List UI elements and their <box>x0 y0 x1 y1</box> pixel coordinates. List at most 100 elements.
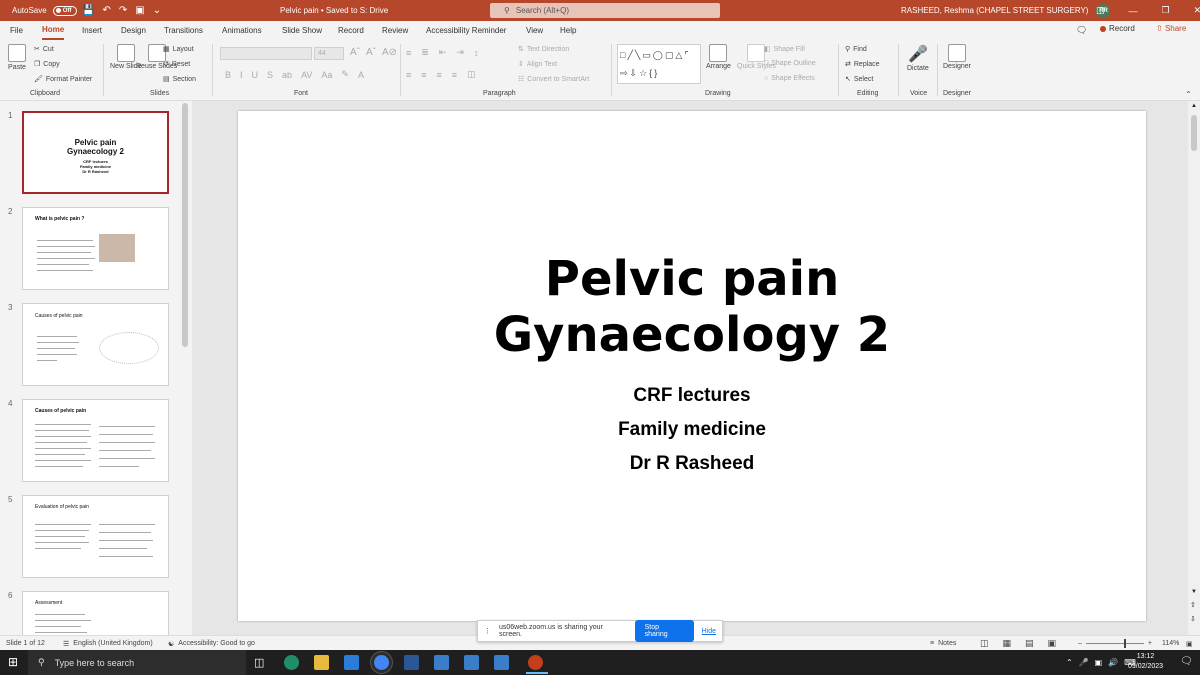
tab-design[interactable]: Design <box>121 21 146 40</box>
tab-insert[interactable]: Insert <box>82 21 102 40</box>
zoom-track[interactable] <box>1085 639 1144 648</box>
tab-home[interactable]: Home <box>42 21 65 40</box>
tab-slide-show[interactable]: Slide Show <box>282 21 322 40</box>
slide-counter[interactable]: Slide 1 of 12 <box>6 636 45 651</box>
tab-help[interactable]: Help <box>560 21 576 40</box>
scroll-down-icon[interactable]: ▼ <box>1191 589 1197 595</box>
hide-link[interactable]: Hide <box>702 628 716 635</box>
scroll-thumb[interactable] <box>1191 115 1197 151</box>
save-icon[interactable]: 💾 <box>82 5 94 16</box>
font-size-select[interactable]: 44 <box>314 47 344 60</box>
paste-button[interactable]: Paste <box>8 44 26 71</box>
slide-title[interactable]: Pelvic pain Gynaecology 2 <box>238 251 1146 363</box>
zoom-in-icon[interactable]: + <box>1148 640 1152 647</box>
account[interactable]: RASHEED, Reshma (CHAPEL STREET SURGERY) … <box>901 0 1111 21</box>
reset-button[interactable]: ↺ Reset <box>163 60 190 69</box>
fit-slide-icon[interactable]: ▣ <box>1186 636 1193 651</box>
scroll-up-icon[interactable]: ▲ <box>1191 103 1197 109</box>
chevron-up-icon[interactable]: ⌃ <box>1066 658 1073 667</box>
designer-button[interactable]: Designer <box>943 44 971 70</box>
tab-record[interactable]: Record <box>338 21 364 40</box>
text-direction-button[interactable]: ⇅ Text Direction <box>518 45 569 54</box>
replace-button[interactable]: ⇄ Replace <box>845 60 880 69</box>
maximize-icon[interactable]: ❐ <box>1162 5 1170 16</box>
thumbnail-slide-2[interactable]: What is pelvic pain ? <box>22 207 169 290</box>
thumbnail-slide-4[interactable]: Causes of pelvic pain <box>22 399 169 482</box>
redo-icon[interactable]: ↷ <box>119 5 127 16</box>
format-painter-button[interactable]: 🖌 Format Painter <box>34 75 92 84</box>
dictate-button[interactable]: 🎤 Dictate <box>907 44 929 72</box>
copy-button[interactable]: ❐ Copy <box>34 60 60 69</box>
section-button[interactable]: ▤ Section <box>163 75 196 84</box>
undo-icon[interactable]: ↶ <box>102 5 110 16</box>
next-slide-icon[interactable]: ⇩ <box>1190 615 1196 623</box>
select-button[interactable]: ↖ Select <box>845 75 873 84</box>
network-icon[interactable]: ▣ <box>1095 658 1103 667</box>
tab-transitions[interactable]: Transitions <box>164 21 203 40</box>
shape-effects-button[interactable]: ○ Shape Effects <box>764 75 815 82</box>
chrome-icon[interactable] <box>374 655 389 670</box>
shape-fill-button[interactable]: ◧ Shape Fill <box>764 45 805 54</box>
shapes-gallery[interactable]: □ ╱ ╲ ▭ ◯ ▢ △ ⌜ ⇨ ⇩ ☆{} <box>617 44 701 84</box>
convert-smartart-button[interactable]: ☷ Convert to SmartArt <box>518 75 589 84</box>
current-slide[interactable]: Pelvic pain Gynaecology 2 CRF lectures F… <box>238 111 1146 621</box>
thumbnail-slide-6[interactable]: Assessment <box>22 591 169 635</box>
windows-start-icon[interactable]: ⊞ <box>8 655 18 669</box>
cut-button[interactable]: ✂ Cut <box>34 45 54 54</box>
share-button[interactable]: ⇧ Share <box>1156 24 1186 33</box>
align-text-button[interactable]: ⇕ Align Text <box>518 60 557 69</box>
file-explorer-icon[interactable] <box>314 655 329 670</box>
thumbnail-slide-5[interactable]: Evaluation of pelvic pain <box>22 495 169 578</box>
slide-subtitle[interactable]: CRF lectures Family medicine Dr R Rashee… <box>238 379 1146 481</box>
clock[interactable]: 13:12 09/02/2023 <box>1128 652 1163 672</box>
document-title[interactable]: Pelvic pain • Saved to S: Drive <box>280 0 388 21</box>
thumbnail-slide-3[interactable]: Causes of pelvic pain <box>22 303 169 386</box>
minimize-icon[interactable]: — <box>1129 6 1138 16</box>
tab-animations[interactable]: Animations <box>222 21 262 40</box>
align-buttons[interactable]: ≡ ≡ ≡ ≡ ◫ <box>406 69 476 80</box>
reading-view-icon[interactable]: ▤ <box>1025 638 1034 649</box>
tab-file[interactable]: File <box>10 21 23 40</box>
autosave-toggle[interactable]: Off <box>52 5 77 16</box>
comments-icon[interactable]: 🗨 <box>1076 25 1087 36</box>
font-format-buttons[interactable]: B I U Sab AV Aa ✎ A <box>225 69 364 80</box>
app-icon-1[interactable] <box>434 655 449 670</box>
notes-button[interactable]: ≡ Notes <box>930 636 956 651</box>
slideshow-view-icon[interactable]: ▣ <box>1048 638 1057 649</box>
store-icon[interactable] <box>344 655 359 670</box>
arrange-button[interactable]: Arrange <box>706 44 731 70</box>
tab-accessibility-reminder[interactable]: Accessibility Reminder <box>426 21 506 40</box>
font-size-buttons[interactable]: Aˆ Aˇ A⊘ <box>350 47 397 58</box>
tab-view[interactable]: View <box>526 21 543 40</box>
thumbnail-slide-1[interactable]: Pelvic pain Gynaecology 2 CRF lectures F… <box>22 111 169 194</box>
app-icon-3[interactable] <box>494 655 509 670</box>
record-button[interactable]: Record <box>1100 24 1135 33</box>
zoom-thumb[interactable] <box>1123 639 1126 648</box>
font-name-select[interactable] <box>220 47 312 60</box>
list-buttons[interactable]: ≡ ≣ ⇤ ⇥ ↕ <box>406 47 478 58</box>
find-button[interactable]: ⚲ Find <box>845 45 867 54</box>
slide-sorter-icon[interactable]: ▦ <box>1003 638 1012 649</box>
present-icon[interactable]: ▣ <box>135 5 144 16</box>
thumbnails-scrollbar[interactable] <box>182 103 188 347</box>
microphone-icon[interactable]: 🎤 <box>1079 658 1089 667</box>
edge-icon[interactable] <box>284 655 299 670</box>
ribbon-display-icon[interactable]: ◫ <box>1096 5 1105 16</box>
task-view-icon[interactable]: ◫ <box>254 656 264 669</box>
app-icon-2[interactable] <box>464 655 479 670</box>
normal-view-icon[interactable]: ◫ <box>980 638 989 649</box>
autosave[interactable]: AutoSave Off <box>12 0 77 21</box>
zoom-slider[interactable]: – + <box>1078 636 1152 651</box>
word-icon[interactable] <box>404 655 419 670</box>
editor-scrollbar[interactable]: ▲ ▼ ⇧ ⇩ <box>1188 101 1200 635</box>
tab-review[interactable]: Review <box>382 21 408 40</box>
language-indicator[interactable]: ☰ English (United Kingdom) <box>63 636 153 651</box>
collapse-ribbon-icon[interactable]: ⌃ <box>1185 90 1192 99</box>
layout-button[interactable]: ▦ Layout <box>163 45 194 54</box>
search-box[interactable]: ⚲ Search (Alt+Q) <box>490 3 720 18</box>
accessibility-status[interactable]: ☯ Accessibility: Good to go <box>168 636 255 651</box>
shape-outline-button[interactable]: □ Shape Outline <box>764 60 816 67</box>
stop-sharing-button[interactable]: Stop sharing <box>634 620 694 642</box>
powerpoint-icon[interactable] <box>528 655 543 670</box>
volume-icon[interactable]: 🔊 <box>1108 658 1118 667</box>
